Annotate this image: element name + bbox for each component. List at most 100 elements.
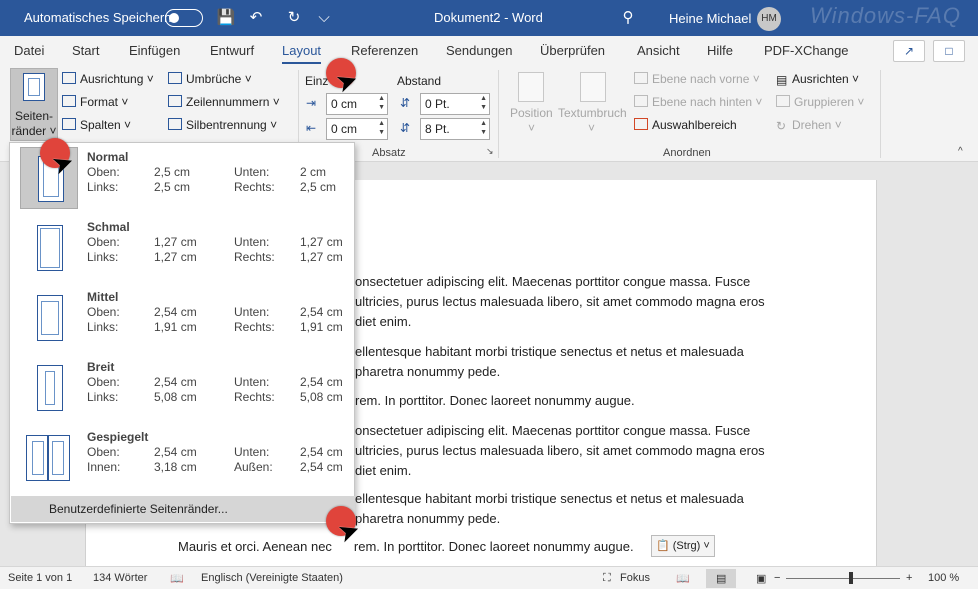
indent-right-icon: ⇤ xyxy=(306,121,317,135)
format-button[interactable]: Format ˅ xyxy=(62,95,128,109)
read-mode-icon[interactable]: 📖 xyxy=(676,572,690,585)
tab-pdf-xchange[interactable]: PDF-XChange xyxy=(764,43,849,58)
zoom-slider-thumb[interactable] xyxy=(849,572,853,584)
paste-options-button[interactable]: 📋 (Strg) ˅ xyxy=(651,535,715,557)
position-button[interactable]: Position xyxy=(510,106,553,120)
tab-start[interactable]: Start xyxy=(72,43,99,58)
zoom-in-icon[interactable]: + xyxy=(906,572,912,584)
chevron-down-icon: ˅ xyxy=(588,121,596,135)
orientation-icon xyxy=(62,72,76,84)
send-backward-icon xyxy=(634,95,648,107)
ausrichten-button[interactable]: ▤ Ausrichten ˅ xyxy=(776,72,859,87)
spacing-before-input[interactable]: 0 Pt. ▲ ▼ xyxy=(420,93,490,115)
einzug-label: Einz xyxy=(305,74,329,88)
breaks-icon xyxy=(168,72,182,84)
watermark-logo: Windows-FAQ xyxy=(810,3,961,28)
focus-icon[interactable]: ⛶ xyxy=(603,572,611,585)
align-icon: ▤ xyxy=(776,73,788,87)
spalten-button[interactable]: Spalten ˅ xyxy=(62,118,131,132)
margin-option-schmal[interactable]: Schmal Oben: 1,27 cm Unten: 1,27 cm Link… xyxy=(10,213,354,283)
tab-sendungen[interactable]: Sendungen xyxy=(446,43,513,58)
tab-ueberpruefen[interactable]: Überprüfen xyxy=(540,43,605,58)
custom-margins-item[interactable]: Benutzerdefinierte Seitenränder... xyxy=(11,496,355,522)
search-icon[interactable]: ⚲ xyxy=(618,8,638,28)
share-button[interactable]: ↗ xyxy=(893,40,925,62)
indent-left-icon: ⇥ xyxy=(306,96,317,110)
user-name[interactable]: Heine Michael xyxy=(669,11,751,26)
margin-option-gespiegelt[interactable]: Gespiegelt Oben: 2,54 cm Unten: 2,54 cm … xyxy=(10,423,354,493)
page-count[interactable]: Seite 1 von 1 xyxy=(8,572,72,584)
zoom-out-icon[interactable]: − xyxy=(774,572,780,584)
separator xyxy=(498,70,499,158)
ribbon-tabs: Datei Start Einfügen Entwurf Layout Refe… xyxy=(0,36,978,66)
ebene-vorne-button[interactable]: Ebene nach vorne ˅ xyxy=(634,72,760,86)
vertical-scrollbar[interactable] xyxy=(964,163,978,566)
tab-ansicht[interactable]: Ansicht xyxy=(637,43,680,58)
title-bar: Automatisches Speichern 💾 ↶ ↻ ⌵ Dokument… xyxy=(0,0,978,36)
textumbruch-button[interactable]: Textumbruch xyxy=(558,106,627,120)
indent-right-input[interactable]: 0 cm ▲ ▼ xyxy=(326,118,388,140)
margin-preview-icon xyxy=(48,435,70,481)
language-status[interactable]: Englisch (Vereinigte Staaten) xyxy=(201,572,343,584)
indent-left-input[interactable]: 0 cm ▲ ▼ xyxy=(326,93,388,115)
autosave-label: Automatisches Speichern xyxy=(24,10,172,25)
collapse-ribbon-icon[interactable]: ^ xyxy=(958,146,963,157)
line-numbers-icon xyxy=(168,95,182,107)
tab-layout[interactable]: Layout xyxy=(282,43,322,64)
autosave-toggle[interactable] xyxy=(165,9,203,27)
zeilennummern-button[interactable]: Zeilennummern ˅ xyxy=(168,95,280,109)
abstand-label: Abstand xyxy=(397,74,442,88)
margin-preview-icon xyxy=(37,365,63,411)
undo-icon[interactable]: ↶ xyxy=(246,8,266,28)
word-count[interactable]: 134 Wörter xyxy=(93,572,147,584)
gruppieren-button[interactable]: Gruppieren ˅ xyxy=(776,95,864,109)
avatar[interactable]: HM xyxy=(757,7,781,31)
tab-einfuegen[interactable]: Einfügen xyxy=(129,43,180,58)
print-layout-icon: ▤ xyxy=(716,573,727,585)
tab-datei[interactable]: Datei xyxy=(14,43,44,58)
text-wrap-icon xyxy=(580,72,606,102)
seitenraender-label-2: ränder xyxy=(11,124,47,138)
clipboard-icon: 📋 xyxy=(656,540,670,552)
zoom-slider[interactable] xyxy=(786,578,900,579)
customize-quick-access-icon[interactable]: ⌵ xyxy=(314,8,334,28)
paragraph: Mauris et orci. Aenean nec rem. In portti… xyxy=(178,539,634,554)
save-icon[interactable]: 💾 xyxy=(216,8,236,28)
spacing-after-input[interactable]: 8 Pt. ▲ ▼ xyxy=(420,118,490,140)
dialog-launcher-icon[interactable]: ↘ xyxy=(486,146,494,157)
margin-option-mittel[interactable]: Mittel Oben: 2,54 cm Unten: 2,54 cm Link… xyxy=(10,283,354,353)
seitenraender-label-1: Seiten- xyxy=(14,109,54,123)
seitenraender-button[interactable]: Seiten- ränder ˅ xyxy=(10,68,58,141)
proofing-icon[interactable]: 📖 xyxy=(170,572,184,585)
drehen-button[interactable]: ↻ Drehen ˅ xyxy=(776,118,842,133)
umbrueche-button[interactable]: Umbrüche ˅ xyxy=(168,72,252,86)
margins-dropdown: Normal Oben: 2,5 cm Unten: 2 cm Links: 2… xyxy=(9,142,355,524)
ebene-hinten-button[interactable]: Ebene nach hinten ˅ xyxy=(634,95,762,109)
paragraph: onsectetuer adipiscing elit. Maecenas po… xyxy=(355,274,765,329)
columns-icon xyxy=(62,118,76,130)
comments-button[interactable]: □ xyxy=(933,40,965,62)
spacing-after-icon: ⇵ xyxy=(400,121,411,135)
group-icon xyxy=(776,95,790,107)
anordnen-group-label: Anordnen xyxy=(663,147,711,159)
tab-hilfe[interactable]: Hilfe xyxy=(707,43,733,58)
bring-forward-icon xyxy=(634,72,648,84)
paragraph: ellentesque habitant morbi tristique sen… xyxy=(355,344,744,379)
margin-preview-icon xyxy=(37,225,63,271)
margin-preview-icon xyxy=(37,295,63,341)
ausrichtung-button[interactable]: Ausrichtung ˅ xyxy=(62,72,154,86)
redo-icon[interactable]: ↻ xyxy=(284,8,304,28)
rotate-icon: ↻ xyxy=(776,119,787,133)
spacing-before-icon: ⇵ xyxy=(400,96,411,110)
position-icon xyxy=(518,72,544,102)
tab-referenzen[interactable]: Referenzen xyxy=(351,43,418,58)
web-layout-icon[interactable]: ▣ xyxy=(756,572,766,585)
margin-option-breit[interactable]: Breit Oben: 2,54 cm Unten: 2,54 cm Links… xyxy=(10,353,354,423)
auswahlbereich-button[interactable]: Auswahlbereich xyxy=(634,118,737,132)
margins-icon xyxy=(23,73,45,101)
tab-entwurf[interactable]: Entwurf xyxy=(210,43,254,58)
zoom-level[interactable]: 100 % xyxy=(928,572,959,584)
paragraph: rem. In porttitor. Donec laoreet nonummy… xyxy=(355,393,635,408)
focus-button[interactable]: Fokus xyxy=(620,572,650,584)
silbentrennung-button[interactable]: Silbentrennung ˅ xyxy=(168,118,277,132)
